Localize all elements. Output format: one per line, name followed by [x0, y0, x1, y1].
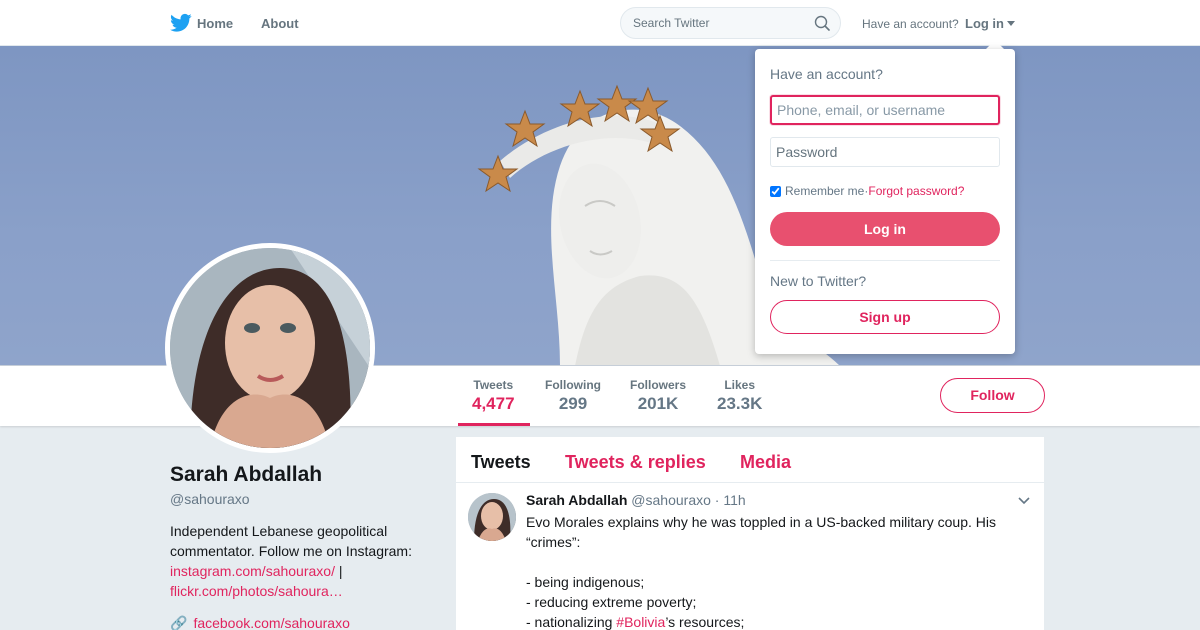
stat-label: Likes [724, 378, 756, 392]
caret-down-icon[interactable] [1007, 21, 1015, 26]
tweet-line: Evo Morales explains why he was toppled … [526, 514, 996, 550]
bio-separator: | [334, 563, 343, 579]
profile-avatar[interactable] [165, 243, 375, 453]
top-nav: Home About Have an account? Log in [0, 0, 1200, 46]
remember-row: Remember me · Forgot password? [770, 184, 964, 198]
have-account-text: Have an account? [862, 17, 959, 31]
profile-website[interactable]: 🔗 facebook.com/sahouraxo [170, 615, 350, 630]
bio-instagram-link[interactable]: instagram.com/sahouraxo/ [170, 563, 335, 579]
website-link[interactable]: facebook.com/sahouraxo [193, 615, 349, 630]
tab-media[interactable]: Media [740, 452, 791, 473]
stat-label: Tweets [473, 378, 514, 392]
tweet-author-name[interactable]: Sarah Abdallah [526, 492, 627, 508]
tweet-avatar[interactable] [468, 493, 516, 541]
stat-value: 201K [637, 394, 679, 413]
tweet-line-text: ’s resources; [665, 614, 745, 630]
tweet-item[interactable]: Sarah Abdallah @sahouraxo · 11h Evo Mora… [456, 483, 1044, 630]
nav-about-link[interactable]: About [261, 16, 299, 31]
timeline-tabs: Tweets Tweets & replies Media [456, 437, 1044, 483]
tweet-line: - being indigenous; [526, 574, 645, 590]
tweet-header: Sarah Abdallah @sahouraxo · 11h [526, 492, 746, 508]
twitter-bird-icon[interactable] [170, 13, 192, 33]
forgot-password-link[interactable]: Forgot password? [868, 184, 964, 198]
stat-value: 23.3K [717, 394, 763, 413]
tweet-line: - nationalizing #Bolivia’s resources; [526, 612, 1026, 630]
tab-tweets[interactable]: Tweets [471, 452, 531, 473]
stat-likes[interactable]: Likes 23.3K [717, 378, 762, 414]
dropdown-arrow [986, 40, 1004, 49]
search-box[interactable] [620, 7, 841, 39]
nav-home-link[interactable]: Home [197, 16, 233, 31]
password-field[interactable] [770, 137, 1000, 167]
search-input[interactable] [633, 16, 808, 30]
chevron-down-icon[interactable] [1018, 497, 1030, 505]
remember-me-checkbox[interactable] [770, 185, 781, 197]
bio-flickr-link[interactable]: flickr.com/photos/sahoura… [170, 583, 343, 599]
profile-name[interactable]: Sarah Abdallah [170, 463, 322, 487]
remember-me-label[interactable]: Remember me [785, 184, 864, 198]
hashtag-link[interactable]: #Bolivia [616, 614, 665, 630]
stat-label: Followers [630, 378, 687, 392]
bio-text: Independent Lebanese geopolitical commen… [170, 523, 412, 559]
tweet-author-handle[interactable]: @sahouraxo [631, 492, 711, 508]
stat-value: 4,477 [472, 394, 515, 413]
tweet-line-text: - nationalizing [526, 614, 617, 630]
profile-bio: Independent Lebanese geopolitical commen… [170, 521, 440, 601]
stat-label: Following [545, 378, 601, 392]
tweet-line: - reducing extreme poverty; [526, 594, 697, 610]
login-dropdown-toggle[interactable]: Log in [965, 16, 1004, 31]
tweet-text: Evo Morales explains why he was toppled … [526, 512, 1026, 630]
follow-button[interactable]: Follow [940, 378, 1045, 413]
divider [770, 260, 1000, 261]
avatar-photo [170, 248, 370, 448]
signup-button[interactable]: Sign up [770, 300, 1000, 334]
tweet-timestamp[interactable]: 11h [723, 492, 745, 508]
search-icon[interactable] [814, 15, 830, 31]
login-button[interactable]: Log in [770, 212, 1000, 246]
tab-tweets-replies[interactable]: Tweets & replies [565, 452, 706, 473]
stat-value: 299 [558, 394, 588, 413]
tweet-dot: · [714, 492, 720, 508]
stat-followers[interactable]: Followers 201K [630, 378, 686, 414]
new-to-twitter-text: New to Twitter? [770, 273, 867, 289]
stat-tweets[interactable]: Tweets 4,477 [472, 378, 515, 414]
profile-handle[interactable]: @sahouraxo [170, 491, 250, 507]
timeline: Tweets Tweets & replies Media Sarah Abda… [456, 437, 1044, 630]
login-dropdown: Have an account? Remember me · Forgot pa… [755, 49, 1015, 354]
dropdown-title: Have an account? [770, 66, 883, 82]
stat-following[interactable]: Following 299 [545, 378, 601, 414]
username-field[interactable] [770, 95, 1000, 125]
active-tab-underline [458, 423, 530, 426]
link-icon: 🔗 [170, 615, 188, 630]
